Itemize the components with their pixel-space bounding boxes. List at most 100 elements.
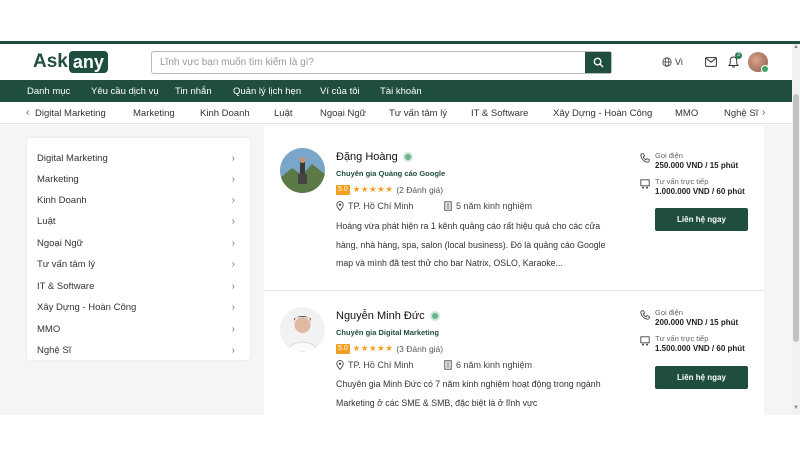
expert-photo[interactable] [280,307,325,352]
call-price-row: Gọi điện 200.000 VND / 15 phút [640,308,745,327]
sidebar-item-label: MMO [37,324,61,335]
sidebar-item[interactable]: MMO › [37,324,235,335]
nav-tai-khoan[interactable]: Tài khoản [380,86,422,97]
expert-title: Chuyên gia Quảng cáo Google [336,169,446,178]
location-pin-icon [336,360,344,370]
meeting-icon [640,179,650,189]
category-item[interactable]: Marketing [133,108,175,119]
language-label: Vi [675,57,683,67]
category-item[interactable]: Digital Marketing [35,108,106,119]
call-label: Gọi điện [655,151,683,160]
expert-photo-image [280,148,325,193]
mail-icon [705,57,717,67]
chevron-right-icon: › [231,216,235,227]
sidebar-item-label: Ngoại Ngữ [37,238,83,249]
category-item[interactable]: Tư vấn tâm lý [389,108,447,119]
category-item[interactable]: Luật [274,108,293,119]
nav-danh-muc[interactable]: Danh mục [27,86,70,97]
sidebar-item[interactable]: IT & Software › [37,281,235,292]
contact-now-button[interactable]: Liên hệ ngay [655,366,748,389]
location-text: TP. Hồ Chí Minh [348,360,414,370]
expert-card: Đặng Hoàng Chuyên gia Quảng cáo Google 5… [264,126,764,290]
scroll-up-icon[interactable]: ▲ [792,44,800,54]
scroll-thumb[interactable] [793,94,799,342]
call-label: Gọi điện [655,308,683,317]
header-actions: Vi 3 [662,51,769,73]
category-next-icon[interactable]: › [762,107,765,118]
expert-photo[interactable] [280,148,325,193]
expert-name-row: Đặng Hoàng [336,151,413,163]
chevron-right-icon: › [231,302,235,313]
sidebar-item[interactable]: Ngoại Ngữ › [37,238,235,249]
scroll-down-icon[interactable]: ▼ [792,405,800,415]
experience-text: 5 năm kinh nghiệm [456,201,533,211]
sidebar-item[interactable]: Xây Dựng - Hoàn Công › [37,302,235,313]
star-icons: ★★★★★ [352,184,394,194]
chevron-right-icon: › [231,153,235,164]
category-item[interactable]: MMO [675,108,698,119]
sidebar-item-label: Xây Dựng - Hoàn Công [37,302,137,313]
location-text: TP. Hồ Chí Minh [348,201,414,211]
sidebar-item[interactable]: Kinh Doanh › [37,195,235,206]
expert-location: TP. Hồ Chí Minh [336,201,413,211]
sidebar-item[interactable]: Luật › [37,216,235,227]
sidebar: Digital Marketing › Marketing › Kinh Doanh… [27,138,250,360]
nav-vi-cua-toi[interactable]: Ví của tôi [320,86,360,97]
chevron-right-icon: › [231,259,235,270]
rating-score: 5.0 [336,343,350,354]
call-price: 200.000 VND / 15 phút [655,318,739,327]
nav-quan-ly-lich-hen[interactable]: Quản lý lịch hẹn [233,86,301,97]
notification-button[interactable]: 3 [722,52,744,68]
expert-rating: 5.0 ★★★★★ (3 Đánh giá) [336,343,443,354]
sidebar-item[interactable]: Marketing › [37,174,235,185]
direct-price-row: Tư vấn trực tiếp 1.500.000 VND / 60 phút [640,334,745,353]
chevron-right-icon: › [231,195,235,206]
user-avatar[interactable] [748,52,769,73]
sidebar-item[interactable]: Digital Marketing › [37,153,235,164]
verified-icon [402,152,413,162]
language-switcher[interactable]: Vi [662,57,700,67]
sidebar-item-label: Nghệ Sĩ [37,345,72,356]
phone-icon [640,310,650,320]
building-icon [444,201,452,211]
sidebar-item[interactable]: Tư vấn tâm lý › [37,259,235,270]
expert-name[interactable]: Nguyễn Minh Đức [336,310,425,322]
expert-list: Đặng Hoàng Chuyên gia Quảng cáo Google 5… [264,126,764,415]
contact-now-button[interactable]: Liên hệ ngay [655,208,748,231]
meeting-icon [640,336,650,346]
expert-description: Hoàng vừa phát hiện ra 1 kênh quảng cáo … [336,221,606,268]
search-input[interactable] [152,52,585,73]
expert-location: TP. Hồ Chí Minh [336,360,413,370]
mail-button[interactable] [700,57,722,67]
expert-name[interactable]: Đặng Hoàng [336,151,398,163]
search-icon [593,57,604,68]
direct-price: 1.000.000 VND / 60 phút [655,187,745,196]
category-item[interactable]: Ngoại Ngữ [320,108,366,119]
scrollbar[interactable]: ▲ ▼ [792,44,800,415]
logo[interactable]: Ask any [33,51,108,73]
category-bar: ‹ Digital Marketing Marketing Kinh Doanh… [0,102,792,124]
category-prev-icon[interactable]: ‹ [26,107,29,118]
review-count: (3 Đánh giá) [396,343,444,354]
verified-icon [429,311,440,321]
search-button[interactable] [585,52,611,73]
expert-rating: 5.0 ★★★★★ (2 Đánh giá) [336,184,443,195]
expert-description: Chuyên gia Minh Đức có 7 năm kinh nghiệm… [336,379,601,408]
chevron-right-icon: › [231,324,235,335]
header: Ask any Vi 3 [0,44,792,80]
sidebar-item-label: Digital Marketing [37,153,108,164]
sidebar-item[interactable]: Nghệ Sĩ › [37,345,235,356]
category-item[interactable]: Xây Dựng - Hoàn Công [553,108,652,119]
category-item[interactable]: Nghệ Sĩ [724,108,758,119]
expert-title: Chuyên gia Digital Marketing [336,328,439,337]
expert-experience: 5 năm kinh nghiệm [444,201,532,211]
sidebar-item-label: IT & Software [37,281,95,292]
nav-yeu-cau-dich-vu[interactable]: Yêu cầu dịch vụ [91,86,159,97]
nav-tin-nhan[interactable]: Tin nhắn [175,86,212,97]
chevron-right-icon: › [231,174,235,185]
call-price: 250.000 VND / 15 phút [655,161,739,170]
sidebar-item-label: Tư vấn tâm lý [37,259,96,270]
category-item[interactable]: IT & Software [471,108,528,119]
category-item[interactable]: Kinh Doanh [200,108,250,119]
direct-label: Tư vấn trực tiếp [655,177,709,186]
